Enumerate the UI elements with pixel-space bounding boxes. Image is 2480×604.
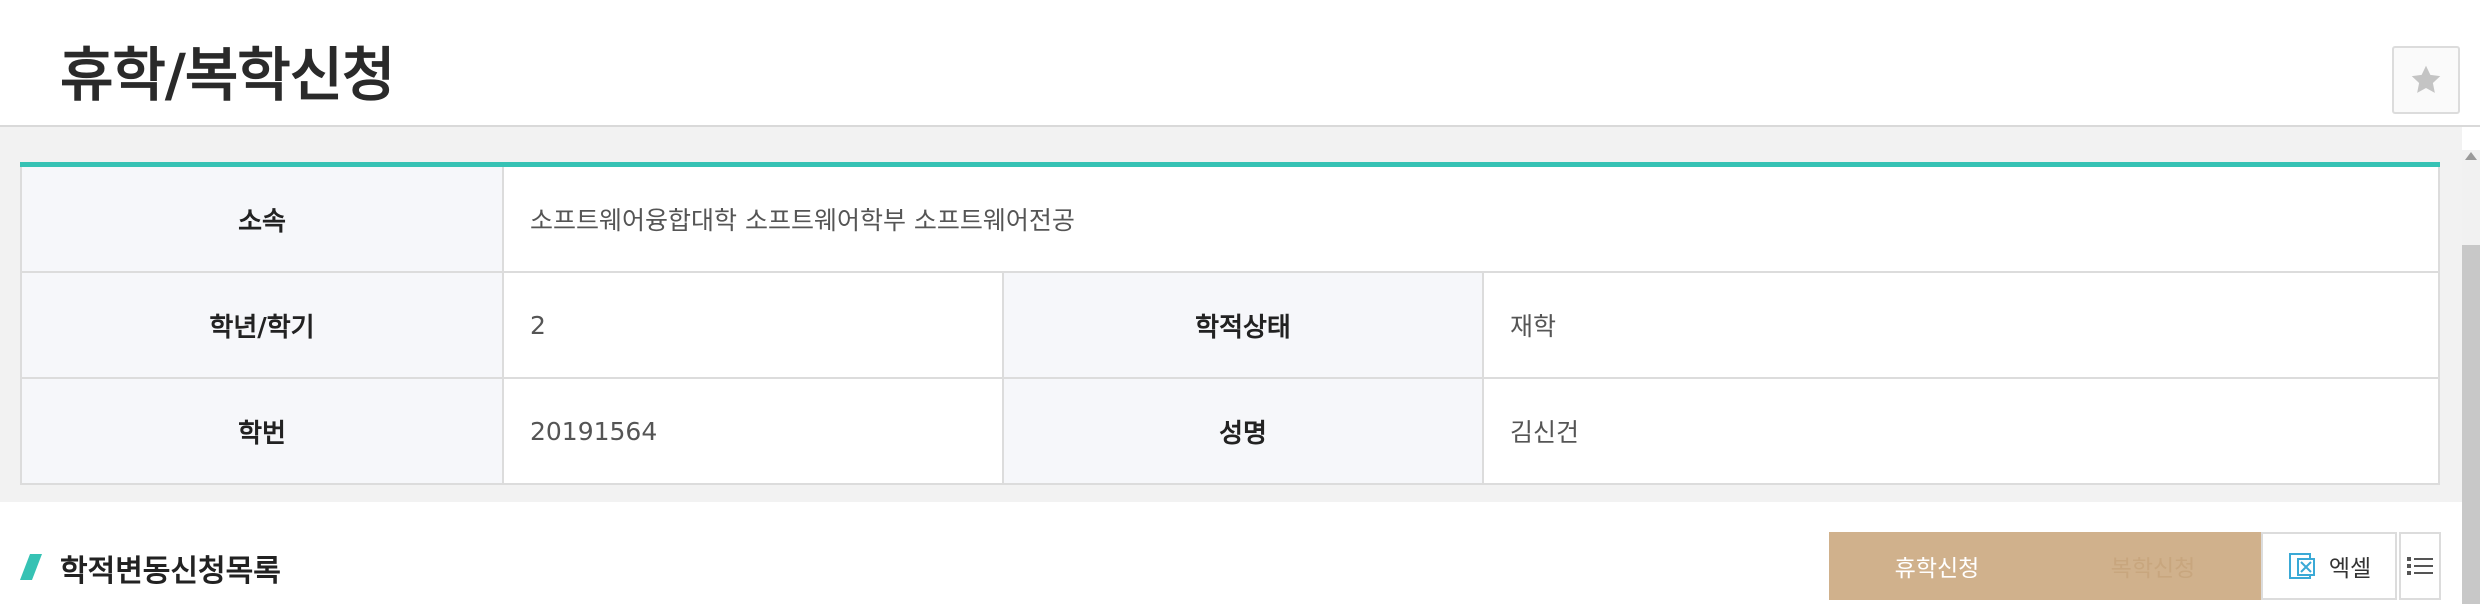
page-title: 휴학/복학신청 — [60, 41, 395, 109]
favorite-button[interactable] — [2392, 46, 2460, 114]
status-label: 학적상태 — [1004, 273, 1484, 377]
status-value: 재학 — [1484, 273, 2440, 377]
affiliation-label: 소속 — [20, 167, 504, 271]
info-row-grade-status: 학년/학기 2 학적상태 재학 — [20, 273, 2440, 379]
scrollbar-thumb[interactable] — [2462, 245, 2480, 604]
page-header: 휴학/복학신청 — [0, 0, 2480, 127]
student-info-panel: 소속 소프트웨어융합대학 소프트웨어학부 소프트웨어전공 학년/학기 2 학적상… — [0, 127, 2462, 502]
excel-button[interactable]: 엑셀 — [2261, 532, 2397, 600]
scroll-up-arrow-icon[interactable] — [2465, 152, 2477, 160]
student-id-label: 학번 — [20, 379, 504, 483]
student-id-value: 20191564 — [504, 379, 1004, 483]
info-row-affiliation: 소속 소프트웨어융합대학 소프트웨어학부 소프트웨어전공 — [20, 167, 2440, 273]
excel-icon — [2288, 553, 2315, 579]
leave-request-button[interactable]: 휴학신청 — [1829, 532, 2045, 600]
star-icon — [2411, 65, 2441, 93]
list-icon — [2407, 557, 2433, 575]
name-label: 성명 — [1004, 379, 1484, 483]
section-title: 학적변동신청목록 — [60, 554, 281, 589]
name-value: 김신건 — [1484, 379, 2440, 483]
return-request-button[interactable]: 복학신청 — [2045, 532, 2261, 600]
student-info-table: 소속 소프트웨어융합대학 소프트웨어학부 소프트웨어전공 학년/학기 2 학적상… — [20, 162, 2440, 485]
info-row-id-name: 학번 20191564 성명 김신건 — [20, 379, 2440, 485]
slash-marker-icon — [20, 554, 42, 580]
list-view-button[interactable] — [2399, 532, 2441, 600]
affiliation-value: 소프트웨어융합대학 소프트웨어학부 소프트웨어전공 — [504, 167, 2440, 271]
grade-value: 2 — [504, 273, 1004, 377]
grade-label: 학년/학기 — [20, 273, 504, 377]
excel-button-label: 엑셀 — [2328, 556, 2372, 582]
